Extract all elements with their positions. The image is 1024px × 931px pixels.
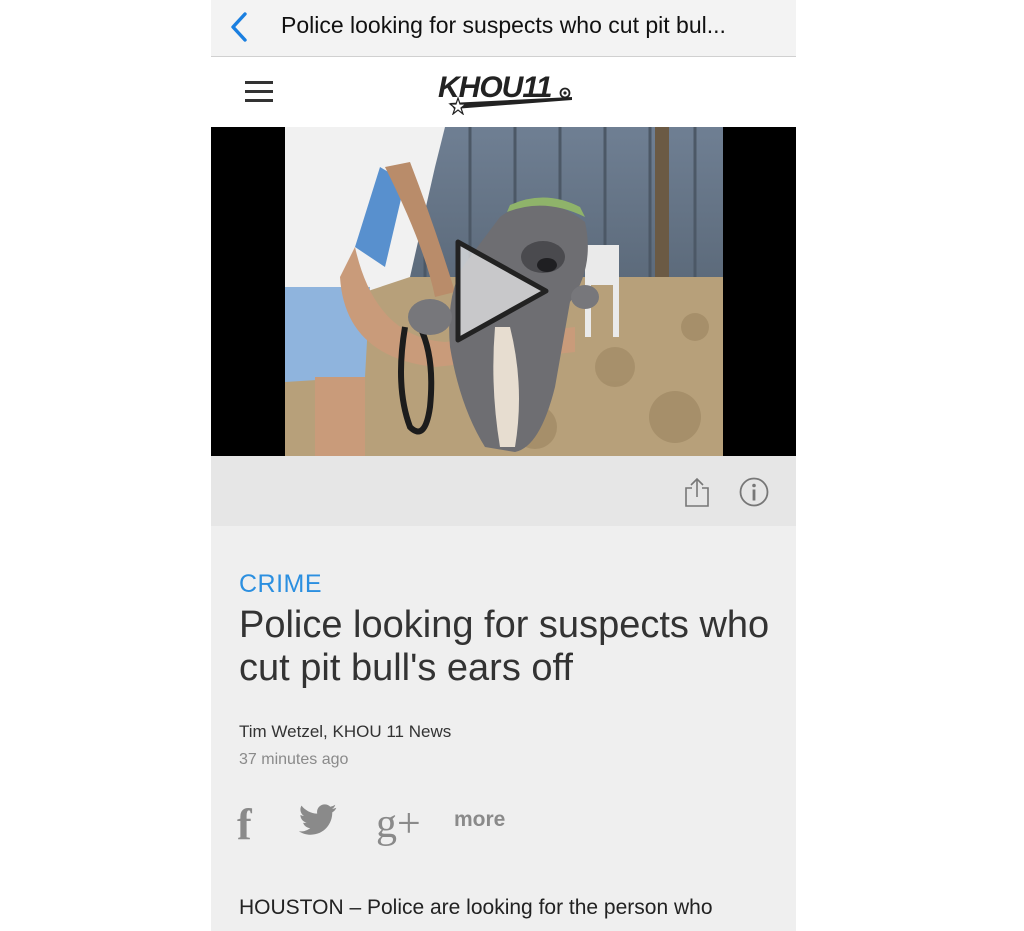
play-icon [455, 239, 549, 343]
navigation-bar: Police looking for suspects who cut pit … [211, 0, 796, 57]
article-body: HOUSTON – Police are looking for the per… [239, 896, 713, 919]
hamburger-menu-icon [245, 81, 273, 84]
back-button[interactable] [225, 10, 255, 44]
twitter-icon [298, 804, 337, 835]
article-timestamp: 37 minutes ago [239, 751, 349, 768]
app-screen: Police looking for suspects who cut pit … [211, 0, 796, 931]
play-button[interactable] [446, 232, 556, 350]
info-button[interactable] [738, 476, 770, 508]
menu-button[interactable] [245, 79, 275, 105]
google-plus-share-button[interactable]: g+ [376, 800, 421, 848]
article: CRIME Police looking for suspects who cu… [211, 526, 796, 931]
nav-title: Police looking for suspects who cut pit … [281, 12, 726, 38]
social-share-bar: f g+ more [211, 796, 796, 849]
app-header: KHOU11 [211, 57, 796, 127]
info-icon [739, 477, 769, 507]
video-toolbar [211, 456, 796, 526]
article-byline: Tim Wetzel, KHOU 11 News [239, 722, 452, 741]
facebook-share-button[interactable]: f [237, 799, 252, 850]
article-headline: Police looking for suspects who cut pit … [239, 604, 770, 689]
twitter-share-button[interactable] [298, 804, 337, 836]
share-button[interactable] [681, 476, 713, 508]
chevron-left-icon [231, 12, 247, 42]
video-player[interactable] [211, 127, 796, 456]
category-link[interactable]: CRIME [239, 570, 322, 599]
khou-logo-graphic: KHOU11 [438, 71, 572, 116]
share-icon [685, 477, 709, 507]
more-share-button[interactable]: more [454, 808, 505, 832]
khou-logo[interactable]: KHOU11 [436, 67, 576, 116]
